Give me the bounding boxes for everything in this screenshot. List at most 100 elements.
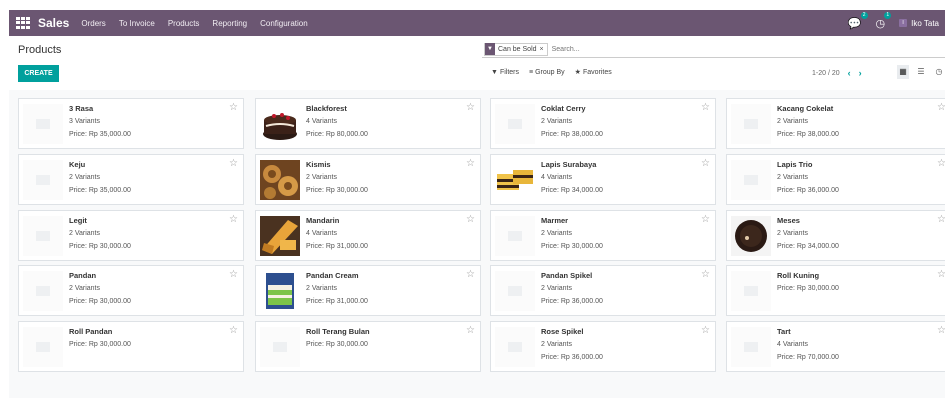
product-card[interactable]: Meses 2 Variants Price: Rp 34,000.00 ☆ [726, 210, 945, 261]
favorite-star-icon[interactable]: ☆ [229, 102, 238, 113]
next-page-icon[interactable]: › [859, 68, 862, 78]
menu-reporting[interactable]: Reporting [212, 19, 247, 28]
activity-clock-icon[interactable]: ◷ 1 [876, 11, 892, 30]
messages-badge: 2 [860, 11, 868, 19]
menu-products[interactable]: Products [168, 19, 200, 28]
pager-value[interactable]: 1-20 / 20 [812, 70, 840, 77]
funnel-icon: ▼ [491, 68, 498, 76]
product-price: Price: Rp 35,000.00 [69, 131, 131, 138]
app-name[interactable]: Sales [38, 16, 69, 30]
product-info: 3 Rasa 3 Variants Price: Rp 35,000.00 [69, 104, 131, 143]
product-info: Lapis Surabaya 4 Variants Price: Rp 34,000… [541, 160, 603, 199]
product-card[interactable]: Mandarin 4 Variants Price: Rp 31,000.00 ☆ [255, 210, 481, 261]
product-card[interactable]: Blackforest 4 Variants Price: Rp 80,000.00… [255, 98, 481, 149]
favorite-star-icon[interactable]: ☆ [937, 214, 945, 225]
top-navbar: Sales Orders To Invoice Products Reporti… [9, 10, 945, 36]
product-price: Price: Rp 31,000.00 [306, 243, 368, 250]
product-card[interactable]: 3 Rasa 3 Variants Price: Rp 35,000.00 ☆ [18, 98, 244, 149]
product-card[interactable]: Tart 4 Variants Price: Rp 70,000.00 ☆ [726, 321, 945, 372]
favorites-button[interactable]: ★ Favorites [575, 68, 612, 77]
product-info: Roll Terang Bulan Price: Rp 30,000.00 [306, 327, 370, 353]
messages-icon[interactable]: 💬 2 [848, 11, 868, 30]
product-card[interactable]: Marmer 2 Variants Price: Rp 30,000.00 ☆ [490, 210, 716, 261]
view-switcher: ▦ ☰ ◷ [897, 65, 945, 79]
favorite-star-icon[interactable]: ☆ [701, 325, 710, 336]
product-name: Blackforest [306, 104, 347, 113]
product-name: Roll Pandan [69, 327, 113, 336]
product-image-placeholder [495, 327, 535, 367]
groupby-button[interactable]: ≡ Group By [529, 68, 565, 76]
product-price: Price: Rp 30,000.00 [306, 341, 368, 348]
product-variants: 2 Variants [777, 174, 808, 181]
product-price: Price: Rp 36,000.00 [777, 187, 839, 194]
product-price: Price: Rp 34,000.00 [541, 187, 603, 194]
product-name: Lapis Trio [777, 160, 813, 169]
product-card[interactable]: Pandan Spikel 2 Variants Price: Rp 36,000.… [490, 265, 716, 316]
product-card[interactable]: Keju 2 Variants Price: Rp 35,000.00 ☆ [18, 154, 244, 205]
favorite-star-icon[interactable]: ☆ [701, 102, 710, 113]
menu-orders[interactable]: Orders [81, 19, 105, 28]
list-view-icon[interactable]: ☰ [915, 65, 927, 79]
product-name: Mandarin [306, 216, 340, 225]
search-input[interactable] [551, 45, 752, 53]
filters-button[interactable]: ▼ Filters [491, 68, 519, 76]
favorite-star-icon[interactable]: ☆ [229, 325, 238, 336]
avatar: I [899, 19, 908, 27]
product-image [260, 216, 300, 256]
favorite-star-icon[interactable]: ☆ [466, 214, 475, 225]
kanban-view-icon[interactable]: ▦ [897, 65, 909, 79]
product-image-placeholder [731, 271, 771, 311]
product-card[interactable]: Rose Spikel 2 Variants Price: Rp 36,000.00… [490, 321, 716, 372]
favorite-star-icon[interactable]: ☆ [701, 214, 710, 225]
apps-menu-icon[interactable] [16, 17, 30, 29]
product-price: Price: Rp 70,000.00 [777, 354, 839, 361]
favorite-star-icon[interactable]: ☆ [937, 158, 945, 169]
favorite-star-icon[interactable]: ☆ [466, 269, 475, 280]
favorite-star-icon[interactable]: ☆ [466, 158, 475, 169]
activity-view-icon[interactable]: ◷ [933, 65, 945, 79]
product-card[interactable]: Legit 2 Variants Price: Rp 30,000.00 ☆ [18, 210, 244, 261]
favorite-star-icon[interactable]: ☆ [701, 158, 710, 169]
product-name: Meses [777, 216, 800, 225]
product-image-placeholder [23, 160, 63, 200]
product-price: Price: Rp 30,000.00 [69, 341, 131, 348]
product-card[interactable]: Pandan Cream 2 Variants Price: Rp 31,000.0… [255, 265, 481, 316]
product-card[interactable]: Kismis 2 Variants Price: Rp 30,000.00 ☆ [255, 154, 481, 205]
favorite-star-icon[interactable]: ☆ [466, 325, 475, 336]
product-card[interactable]: Roll Terang Bulan Price: Rp 30,000.00 ☆ [255, 321, 481, 372]
product-variants: 2 Variants [69, 174, 100, 181]
favorite-star-icon[interactable]: ☆ [937, 325, 945, 336]
favorite-star-icon[interactable]: ☆ [937, 269, 945, 280]
product-name: Pandan Spikel [541, 271, 593, 280]
favorite-star-icon[interactable]: ☆ [229, 269, 238, 280]
favorite-star-icon[interactable]: ☆ [701, 269, 710, 280]
product-card[interactable]: Coklat Cerry 2 Variants Price: Rp 38,000.0… [490, 98, 716, 149]
user-menu[interactable]: I Iko Tata [899, 19, 939, 28]
favorite-star-icon[interactable]: ☆ [229, 214, 238, 225]
favorite-star-icon[interactable]: ☆ [466, 102, 475, 113]
favorite-star-icon[interactable]: ☆ [937, 102, 945, 113]
product-card[interactable]: Roll Pandan Price: Rp 30,000.00 ☆ [18, 321, 244, 372]
create-button[interactable]: CREATE [18, 65, 59, 82]
product-price: Price: Rp 34,000.00 [777, 243, 839, 250]
remove-facet-icon[interactable]: × [540, 46, 547, 53]
menu-configuration[interactable]: Configuration [260, 19, 308, 28]
product-card[interactable]: Pandan 2 Variants Price: Rp 30,000.00 ☆ [18, 265, 244, 316]
product-image [260, 271, 300, 311]
product-name: Tart [777, 327, 791, 336]
product-info: Pandan 2 Variants Price: Rp 30,000.00 [69, 271, 131, 310]
product-price: Price: Rp 31,000.00 [306, 298, 368, 305]
product-card[interactable]: Roll Kuning Price: Rp 30,000.00 ☆ [726, 265, 945, 316]
product-variants: 2 Variants [541, 341, 572, 348]
product-price: Price: Rp 30,000.00 [69, 243, 131, 250]
product-name: Lapis Surabaya [541, 160, 597, 169]
product-variants: 3 Variants [69, 118, 100, 125]
menu-to-invoice[interactable]: To Invoice [119, 19, 155, 28]
product-variants: 2 Variants [306, 285, 337, 292]
product-card[interactable]: Lapis Trio 2 Variants Price: Rp 36,000.00 ☆ [726, 154, 945, 205]
product-info: Mandarin 4 Variants Price: Rp 31,000.00 [306, 216, 368, 255]
product-card[interactable]: Lapis Surabaya 4 Variants Price: Rp 34,000… [490, 154, 716, 205]
favorite-star-icon[interactable]: ☆ [229, 158, 238, 169]
previous-page-icon[interactable]: ‹ [848, 68, 851, 78]
product-card[interactable]: Kacang Cokelat 2 Variants Price: Rp 38,000… [726, 98, 945, 149]
